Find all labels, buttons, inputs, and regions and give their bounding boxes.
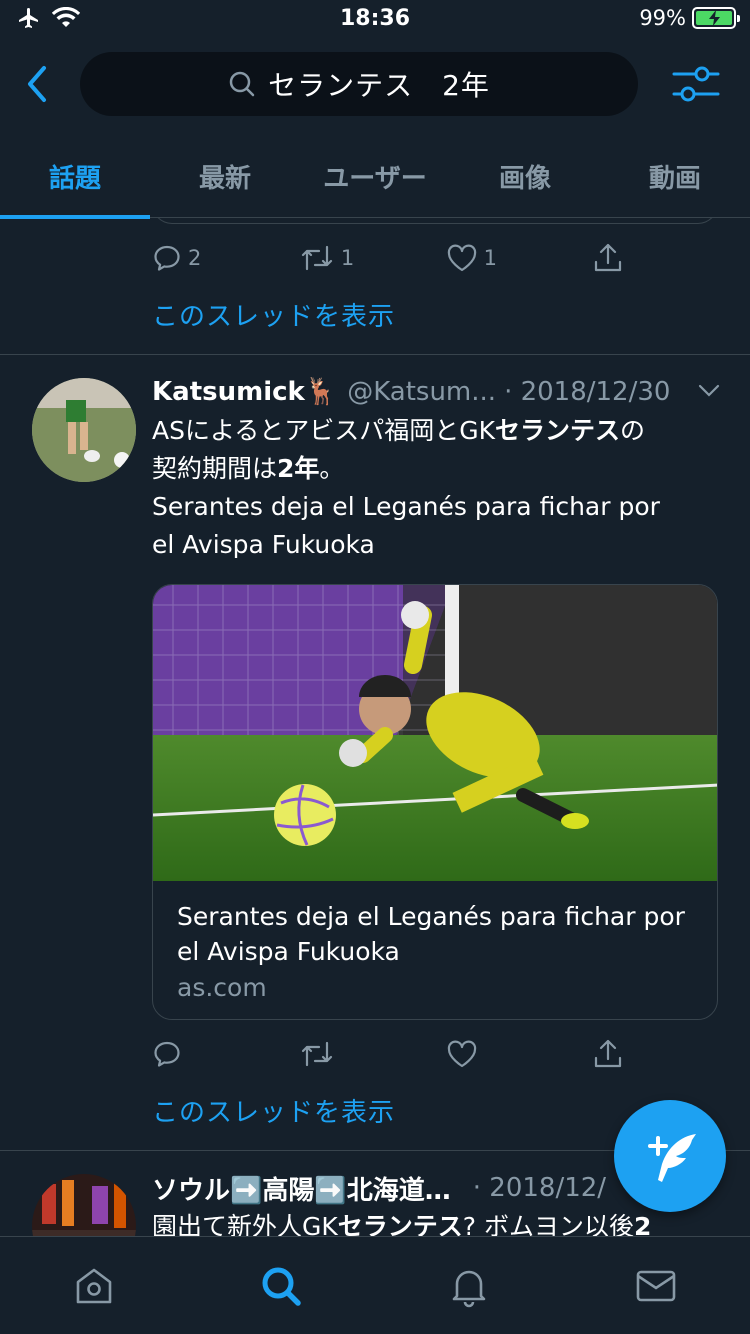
user-handle[interactable]: @Katsum... xyxy=(347,377,496,407)
search-icon xyxy=(229,71,255,97)
sliders-icon xyxy=(672,66,720,102)
mail-icon xyxy=(636,1270,676,1301)
search-input[interactable]: セランテス 2年 xyxy=(80,52,638,116)
bell-icon xyxy=(452,1270,486,1307)
nav-messages[interactable] xyxy=(563,1237,750,1334)
reply-count: 2 xyxy=(188,246,202,270)
nav-home[interactable] xyxy=(0,1237,188,1334)
nav-notifications[interactable] xyxy=(375,1237,563,1334)
retweet-icon xyxy=(301,245,332,271)
retweet-icon xyxy=(301,1041,332,1067)
compose-feather-icon xyxy=(648,1134,696,1182)
link-card[interactable]: Serantes deja el Leganés para fichar por… xyxy=(152,584,718,1020)
retweet-count: 1 xyxy=(340,246,355,270)
share-button[interactable] xyxy=(592,238,652,278)
tweet-header: Katsumick🦌 @Katsum... · 2018/12/30 xyxy=(152,374,732,410)
nav-search[interactable] xyxy=(188,1237,376,1334)
compose-tweet-button[interactable] xyxy=(614,1100,726,1212)
card-image xyxy=(153,585,717,881)
tweet-actions: 2 1 1 xyxy=(152,238,652,278)
like-button[interactable] xyxy=(446,1034,593,1074)
tweet-date[interactable]: · 2018/12/ xyxy=(473,1173,606,1203)
tweet-date[interactable]: · 2018/12/30 xyxy=(504,377,670,407)
tab-videos[interactable]: 動画 xyxy=(600,140,750,217)
tweet-text: ASによるとアビスパ福岡とGKセランテスの 契約期間は2年。 Serantes … xyxy=(152,416,660,559)
previous-card-edge xyxy=(152,218,718,224)
search-tabs: 話題 最新 ユーザー 画像 動画 xyxy=(0,140,750,219)
clock: 18:36 xyxy=(339,6,411,31)
reply-icon xyxy=(154,245,180,271)
tab-photos[interactable]: 画像 xyxy=(450,140,600,217)
avatar[interactable] xyxy=(32,1174,136,1236)
search-filter-button[interactable] xyxy=(672,64,720,104)
tab-top[interactable]: 話題 xyxy=(0,140,150,219)
status-bar: 18:36 99% xyxy=(0,0,750,40)
chevron-left-icon xyxy=(28,66,46,102)
search-query-text: セランテス 2年 xyxy=(268,69,490,102)
retweet-button[interactable] xyxy=(299,1034,446,1074)
tweet-text: 園出て新外人GKセランテス? ボムヨン以後2 xyxy=(152,1212,652,1236)
user-name[interactable]: ソウル➡️高陽➡️北海道… xyxy=(152,1170,451,1207)
search-icon xyxy=(262,1267,301,1306)
tab-latest[interactable]: 最新 xyxy=(150,140,300,217)
like-count: 1 xyxy=(483,246,498,270)
tab-people[interactable]: ユーザー xyxy=(300,140,450,217)
avatar[interactable] xyxy=(32,378,136,482)
search-header: セランテス 2年 xyxy=(0,50,750,120)
back-button[interactable] xyxy=(22,64,58,104)
search-results-feed[interactable]: 2 1 1 このスレッドを表示 Katsumick🦌 @Katsum... · … xyxy=(0,218,750,1236)
battery-icon xyxy=(692,7,740,29)
like-button[interactable]: 1 xyxy=(446,238,593,278)
heart-icon xyxy=(447,244,476,272)
share-button[interactable] xyxy=(592,1034,652,1074)
tweet-actions xyxy=(152,1034,652,1074)
card-title: Serantes deja el Leganés para fichar por… xyxy=(177,902,685,966)
show-thread-link[interactable]: このスレッドを表示 xyxy=(152,296,395,333)
bottom-tab-bar xyxy=(0,1236,750,1334)
battery-percent: 99% xyxy=(639,6,686,30)
home-icon xyxy=(76,1268,112,1303)
retweet-button[interactable]: 1 xyxy=(299,238,446,278)
share-icon xyxy=(595,243,622,272)
reply-button[interactable] xyxy=(152,1034,299,1074)
reply-icon xyxy=(154,1041,180,1067)
share-icon xyxy=(595,1039,622,1068)
user-name[interactable]: Katsumick🦌 xyxy=(152,377,337,407)
card-domain: as.com xyxy=(177,973,267,1002)
reply-button[interactable]: 2 xyxy=(152,238,299,278)
heart-icon xyxy=(447,1040,476,1068)
show-thread-link[interactable]: このスレッドを表示 xyxy=(152,1092,395,1129)
tweet-divider xyxy=(0,354,750,355)
chevron-down-icon[interactable] xyxy=(698,384,720,398)
